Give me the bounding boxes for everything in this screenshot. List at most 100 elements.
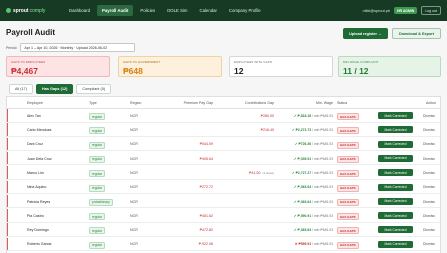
nav-item-payroll-audit[interactable]: Payroll Audit <box>97 5 134 16</box>
premium-pay-gap-value: ₱451.62 <box>199 213 213 218</box>
brand-logo[interactable]: sprout comply <box>6 8 64 14</box>
card-label: Gaps to employees <box>11 60 46 64</box>
dismiss-button[interactable]: Dismiss <box>423 114 435 118</box>
employment-type-badge: regular <box>89 127 105 135</box>
employment-type-badge: regular <box>89 213 105 221</box>
tab-compliant[interactable]: Compliant (5) <box>76 84 112 94</box>
contributions-gap-value: ₱216.40 <box>260 128 274 133</box>
column-contributions-gap[interactable]: Contributions Gap <box>245 101 274 105</box>
nav-item-policies[interactable]: Policies <box>135 5 160 16</box>
nav-item-company-profile[interactable]: Company Profile <box>224 5 266 16</box>
employee-name: Juan Dela Cruz <box>27 156 52 161</box>
min-wage-value: ✓ ₱,039.91 <box>293 156 312 161</box>
min-wage-cell: ✓ ₱,818.18 / min ₱645.03 <box>294 114 333 118</box>
dismiss-button[interactable]: Dismiss <box>423 200 435 204</box>
mark-corrected-button[interactable]: Mark Corrected <box>378 140 413 148</box>
period-select[interactable]: Apr 1 – Apr 10, 2026 · Monthly · Upload … <box>20 43 136 52</box>
contributions-gap-value: ₱41.50 <box>249 170 261 175</box>
mark-corrected-button[interactable]: Mark Corrected <box>378 212 413 220</box>
table-row: Marco Lim regular NCR ₱41.50 (1 issue) ✓ ₱2,7… <box>7 166 440 180</box>
min-wage-cell: ✓ ₱726.36 / min ₱645.03 <box>295 142 333 146</box>
card-value: 11 / 12 <box>343 66 369 76</box>
mark-corrected-button[interactable]: Mark Corrected <box>378 169 413 177</box>
column-premium-pay-gap[interactable]: Premium Pay Gap <box>184 101 213 105</box>
table-row: Pia Castro regular NCR ₱451.62 ✓ ₱,590.91 / … <box>7 209 440 223</box>
download-export-button[interactable]: Download & Export <box>392 28 441 39</box>
min-wage-reference: / min ₱645.03 <box>312 128 333 133</box>
mark-corrected-button[interactable]: Mark Corrected <box>378 112 413 119</box>
dismiss-button[interactable]: Dismiss <box>423 228 435 232</box>
nav-item-dashboard[interactable]: Dashboard <box>64 5 95 16</box>
premium-pay-gap-value: ₱472.82 <box>199 228 213 233</box>
mark-corrected-button[interactable]: Mark Corrected <box>378 197 413 205</box>
upload-register-button[interactable]: Upload register → <box>343 28 388 39</box>
mark-corrected-button[interactable]: Mark Corrected <box>378 226 413 234</box>
min-wage-cell: ✕ ₱599.91 / min ₱645.03 <box>295 242 333 246</box>
contributions-gap-value: ₱280.00 <box>260 113 274 118</box>
dismiss-button[interactable]: Dismiss <box>423 128 435 132</box>
employee-name: Roberto Garcia <box>27 242 52 247</box>
region-value: NCR <box>130 213 138 218</box>
region-value: NCR <box>130 228 138 233</box>
dismiss-button[interactable]: Dismiss <box>423 142 435 146</box>
main-nav: Dashboard Payroll Audit Policies DOLE Sim Ca… <box>64 5 266 16</box>
table-row: Rey Domingo regular NCR ₱472.82 ✓ ₱,363.64 /… <box>7 223 440 237</box>
region-value: NCR <box>130 113 138 118</box>
period-filter: Period: Apr 1 – Apr 10, 2026 · Monthly ·… <box>6 43 136 52</box>
tab-all[interactable]: All (17) <box>9 84 34 94</box>
dismiss-button[interactable]: Dismiss <box>423 242 435 246</box>
page-title: Payroll Audit <box>6 28 56 37</box>
table-row: Roberto Garcia regular NCR ₱,922.08 ✕ ₱599.9… <box>7 237 440 252</box>
column-min-wage[interactable]: Min. Wage <box>316 101 333 105</box>
nav-item-dole-sim[interactable]: DOLE Sim <box>162 5 192 16</box>
status-badge: HAS GAPS <box>337 184 359 192</box>
column-region[interactable]: Region <box>130 101 141 105</box>
payroll-audit-table: Employee Type Region Premium Pay Gap Con… <box>6 96 441 253</box>
table-row: Dani Cruz regular NCR ₱544.09 ✓ ₱726.36 / mi… <box>7 137 440 152</box>
premium-pay-gap-value: ₱405.64 <box>199 156 213 161</box>
column-type[interactable]: Type <box>89 101 97 105</box>
status-badge: HAS GAPS <box>337 198 359 206</box>
table-row: Carlo Mendoza regular NCR ₱216.40 ✓ ₱2,272.7… <box>7 123 440 137</box>
min-wage-reference: / min ₱645.03 <box>312 113 333 118</box>
column-status[interactable]: Status <box>337 101 347 105</box>
min-wage-cell: ✓ ₱,039.91 / min ₱645.03 <box>294 157 333 161</box>
status-badge: HAS GAPS <box>337 127 359 135</box>
table-row: Patricia Reyes probationary NCR ✓ ₱,363.64 … <box>7 194 440 209</box>
dismiss-button[interactable]: Dismiss <box>423 214 435 218</box>
table-row: Alex Tan regular NCR ₱280.00 ✓ ₱,818.18 / mi… <box>7 109 440 123</box>
dismiss-button[interactable]: Dismiss <box>423 157 435 161</box>
status-badge: HAS GAPS <box>337 141 359 149</box>
period-label: Period: <box>6 45 18 50</box>
employee-name: Pia Castro <box>27 213 44 218</box>
status-badge: HAS GAPS <box>337 170 359 178</box>
status-badge: HAS GAPS <box>337 113 359 120</box>
employment-type-badge: regular <box>89 113 105 120</box>
min-wage-value: ✓ ₱,590.91 <box>293 213 312 218</box>
gaps-to-employees-card: Gaps to employees ₱4,467 <box>6 56 110 77</box>
tab-has-gaps[interactable]: Has Gaps (12) <box>36 84 74 94</box>
employee-name: Carlo Mendoza <box>27 128 52 133</box>
nav-item-calendar[interactable]: Calendar <box>194 5 221 16</box>
logout-button[interactable]: Log out <box>421 6 441 15</box>
min-wage-value: ✓ ₱2,272.73 <box>291 128 312 133</box>
mark-corrected-button[interactable]: Mark Corrected <box>378 126 413 134</box>
table-row: Juan Dela Cruz regular NCR ₱405.64 ✓ ₱,039.9… <box>7 151 440 166</box>
region-value: NCR <box>130 185 138 190</box>
card-label: Min wage compliant <box>343 60 379 64</box>
dismiss-button[interactable]: Dismiss <box>423 185 435 189</box>
min-wage-cell: ✓ ₱,363.64 / min ₱645.03 <box>294 228 333 232</box>
mark-corrected-button[interactable]: Mark Corrected <box>378 154 413 162</box>
status-badge: HAS GAPS <box>337 155 359 163</box>
mark-corrected-button[interactable]: Mark Corrected <box>378 183 413 191</box>
min-wage-reference: / min ₱645.03 <box>312 185 333 190</box>
card-label: Employees with gaps <box>234 60 273 64</box>
region-value: NCR <box>130 142 138 147</box>
dismiss-button[interactable]: Dismiss <box>423 171 435 175</box>
min-wage-reference: / min ₱645.03 <box>312 213 333 218</box>
min-wage-compliant-card: Min wage compliant 11 / 12 <box>338 56 441 77</box>
column-employee[interactable]: Employee <box>27 101 43 105</box>
mark-corrected-button[interactable]: Mark Corrected <box>378 240 413 248</box>
filter-tabs: All (17) Has Gaps (12) Compliant (5) <box>9 84 112 94</box>
brand-accent: comply <box>29 7 46 14</box>
